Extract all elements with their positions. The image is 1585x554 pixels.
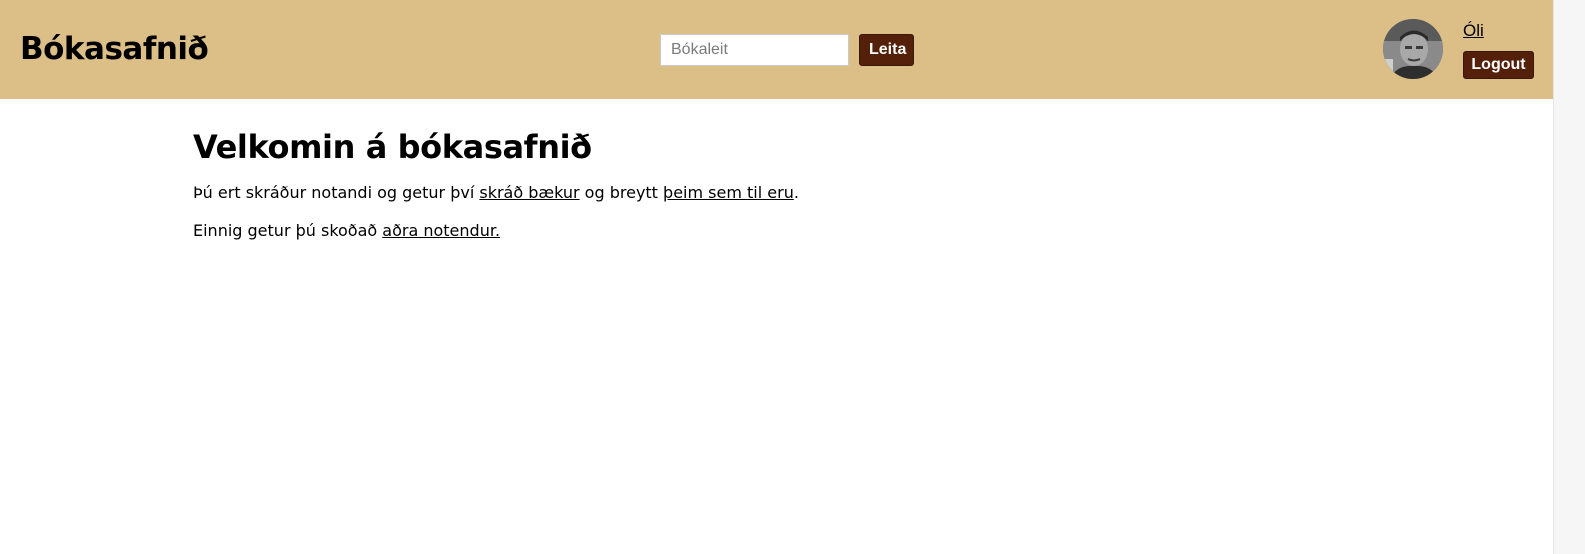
search-button[interactable]: Leita	[859, 34, 914, 66]
logout-button[interactable]: Logout	[1463, 51, 1534, 79]
intro-text-middle: og breytt	[579, 183, 664, 202]
existing-books-link[interactable]: þeim sem til eru	[663, 183, 794, 202]
intro-paragraph: Þú ert skráður notandi og getur því skrá…	[193, 182, 1493, 204]
users-paragraph: Einnig getur þú skoðað aðra notendur.	[193, 220, 1493, 242]
avatar[interactable]	[1383, 19, 1443, 79]
user-profile-link[interactable]: Óli	[1463, 20, 1484, 42]
main-content: Velkomin á bókasafnið Þú ert skráður not…	[193, 126, 1493, 258]
scrollbar[interactable]	[1553, 0, 1585, 554]
users-text-before: Einnig getur þú skoðað	[193, 221, 383, 240]
site-header: Bókasafnið Leita Óli Logout	[0, 0, 1553, 99]
register-books-link[interactable]: skráð bækur	[479, 183, 579, 202]
user-area: Óli Logout	[1463, 20, 1534, 79]
search-form: Leita	[660, 34, 914, 66]
page-title: Velkomin á bókasafnið	[193, 128, 592, 166]
search-input[interactable]	[660, 34, 849, 66]
user-avatar-image	[1383, 19, 1443, 79]
site-logo[interactable]: Bókasafnið	[20, 29, 209, 69]
other-users-link[interactable]: aðra notendur.	[382, 221, 500, 240]
intro-text-after: .	[793, 183, 799, 202]
intro-text-before: Þú ert skráður notandi og getur því	[193, 183, 480, 202]
page: Bókasafnið Leita Óli Logout Velk	[0, 0, 1585, 554]
